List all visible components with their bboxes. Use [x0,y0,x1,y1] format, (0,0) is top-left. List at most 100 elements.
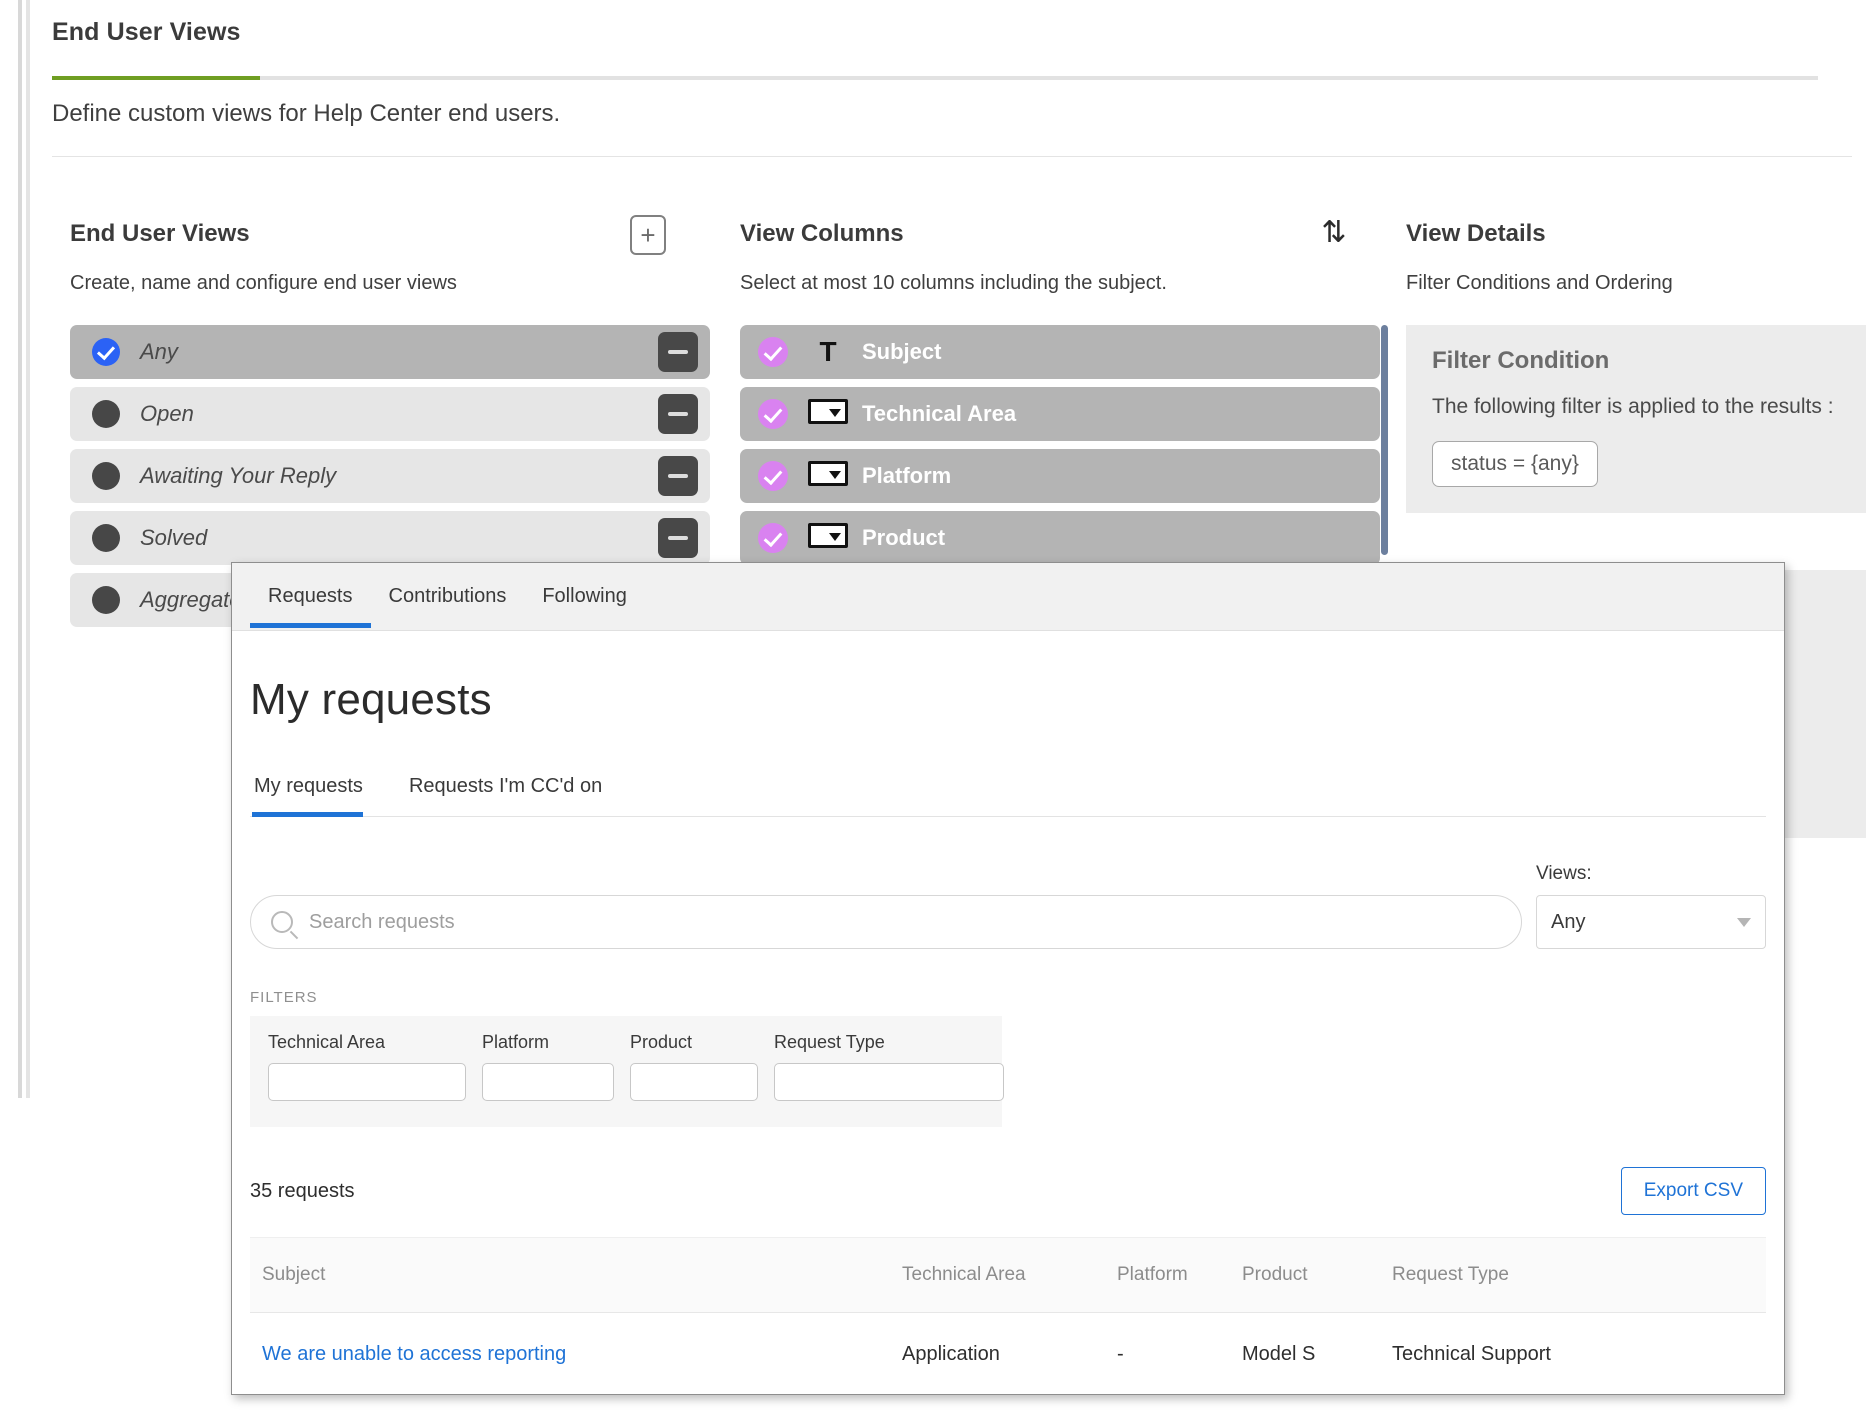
views-dropdown[interactable]: Any [1536,895,1766,949]
cell-request-type: Technical Support [1380,1312,1766,1394]
search-box[interactable] [250,895,1522,949]
panel-subtitle-view-columns: Select at most 10 columns including the … [740,272,1167,294]
filter-condition-chip[interactable]: status = {any} [1432,440,1598,487]
requests-table: Subject Technical Area Platform Product … [250,1237,1766,1394]
modal-heading: My requests [250,675,492,724]
filters-label: FILTERS [250,989,318,1006]
check-circle-icon[interactable] [758,523,788,553]
filter-condition-title: Filter Condition [1432,347,1610,374]
tab-contributions[interactable]: Contributions [371,585,525,628]
view-column-row[interactable]: Platform [740,449,1380,503]
view-row[interactable]: Any [70,325,710,379]
view-column-label: Platform [862,463,952,488]
bullet-icon[interactable] [92,400,120,428]
dropdown-field-icon [806,399,850,429]
view-column-label: Subject [862,339,942,364]
text-field-icon: T [819,336,837,367]
th-product[interactable]: Product [1230,1237,1380,1313]
filter-technical-area-label: Technical Area [268,1032,386,1052]
cell-subject: We are unable to access reporting [250,1312,890,1394]
modal-body: My requests My requests Requests I'm CC'… [232,631,1784,1394]
filter-request-type-label: Request Type [774,1032,885,1052]
modal-tabbar: Requests Contributions Following [232,563,1784,631]
view-column-label: Product [862,525,946,550]
view-column-row[interactable]: Product [740,511,1380,565]
header-divider [52,156,1852,157]
check-circle-icon[interactable] [758,461,788,491]
filter-condition-card: Filter Condition The following filter is… [1406,325,1866,513]
bullet-icon[interactable] [92,586,120,614]
subtab-my-requests[interactable]: My requests [252,775,385,817]
tab-contributions-label: Contributions [388,585,507,607]
tab-requests[interactable]: Requests [250,585,371,628]
filter-request-type-input[interactable] [774,1063,1004,1101]
page-rail-outer [18,0,22,1098]
filter-technical-area-input[interactable] [268,1063,466,1101]
view-row-label: Any [140,339,178,364]
panel-subtitle-end-user-views: Create, name and configure end user view… [70,272,457,294]
bullet-icon[interactable] [92,524,120,552]
request-count: 35 requests [250,1179,355,1202]
panel-title-end-user-views: End User Views [70,220,250,247]
subtab-my-requests-label: My requests [254,775,363,797]
views-dropdown-label: Views: [1536,863,1592,884]
filter-product: Product [630,1032,758,1101]
filter-condition-text: The following filter is applied to the r… [1432,395,1834,418]
page-title: End User Views [52,18,241,46]
subtab-requests-ccd-on-label: Requests I'm CC'd on [408,775,603,797]
cell-platform: - [1105,1312,1230,1394]
filter-platform-input[interactable] [482,1063,614,1101]
check-circle-icon[interactable] [758,399,788,429]
check-circle-icon[interactable] [758,337,788,367]
th-subject[interactable]: Subject [250,1237,890,1313]
view-column-row[interactable]: T Subject [740,325,1380,379]
check-circle-icon[interactable] [92,338,120,366]
cell-product: Model S [1230,1312,1380,1394]
table-header-row: Subject Technical Area Platform Product … [250,1237,1766,1313]
th-platform[interactable]: Platform [1105,1237,1230,1313]
tab-following[interactable]: Following [524,585,644,628]
requests-table-body: We are unable to access reporting Applic… [250,1312,1766,1394]
tab-following-label: Following [542,585,627,607]
view-row-label: Awaiting Your Reply [140,463,337,488]
page-rail-inner [26,0,30,1098]
request-link[interactable]: We are unable to access reporting [262,1343,566,1365]
filter-product-input[interactable] [630,1063,758,1101]
view-row-label: Solved [140,525,208,550]
page-subtitle: Define custom views for Help Center end … [52,100,561,127]
view-column-row[interactable]: Technical Area [740,387,1380,441]
view-columns-scrollbar[interactable] [1381,325,1388,555]
minus-icon[interactable] [658,394,698,434]
minus-icon[interactable] [658,456,698,496]
panel-view-columns: View Columns ⇅ Select at most 10 columns… [740,216,1388,573]
minus-icon[interactable] [658,332,698,372]
search-input[interactable] [307,909,1521,935]
page-title-underline-active [52,76,260,80]
view-columns-list: T Subject Technical Area Platform Produc… [740,325,1388,565]
results-row: 35 requests Export CSV [250,1167,1766,1215]
export-csv-button[interactable]: Export CSV [1620,1167,1766,1215]
sort-updown-icon[interactable]: ⇅ [1314,214,1354,254]
table-row[interactable]: We are unable to access reporting Applic… [250,1312,1766,1394]
view-row[interactable]: Open [70,387,710,441]
th-request-type[interactable]: Request Type [1380,1237,1766,1313]
chevron-down-icon [1737,917,1751,927]
panel-view-details: View Details Filter Conditions and Order… [1406,220,1866,513]
views-dropdown-wrap: Views: Any [1536,863,1766,949]
help-center-preview-window: Requests Contributions Following My requ… [231,562,1785,1395]
filters-box: Technical Area Platform Product Request … [250,1016,1004,1127]
page-title-underline [52,76,1818,80]
view-row[interactable]: Awaiting Your Reply [70,449,710,503]
minus-icon[interactable] [658,518,698,558]
filter-product-label: Product [630,1032,693,1052]
th-technical-area[interactable]: Technical Area [890,1237,1105,1313]
bullet-icon[interactable] [92,462,120,490]
app-root: End User Views Define custom views for H… [0,0,1866,1412]
page-header: End User Views Define custom views for H… [52,18,1866,157]
search-and-views-row: Views: Any [250,863,1766,949]
tab-requests-label: Requests [268,585,353,607]
modal-subtabs: My requests Requests I'm CC'd on [250,775,1766,817]
plus-icon[interactable]: + [630,215,666,255]
view-row[interactable]: Solved [70,511,710,565]
subtab-requests-ccd-on[interactable]: Requests I'm CC'd on [407,775,624,816]
